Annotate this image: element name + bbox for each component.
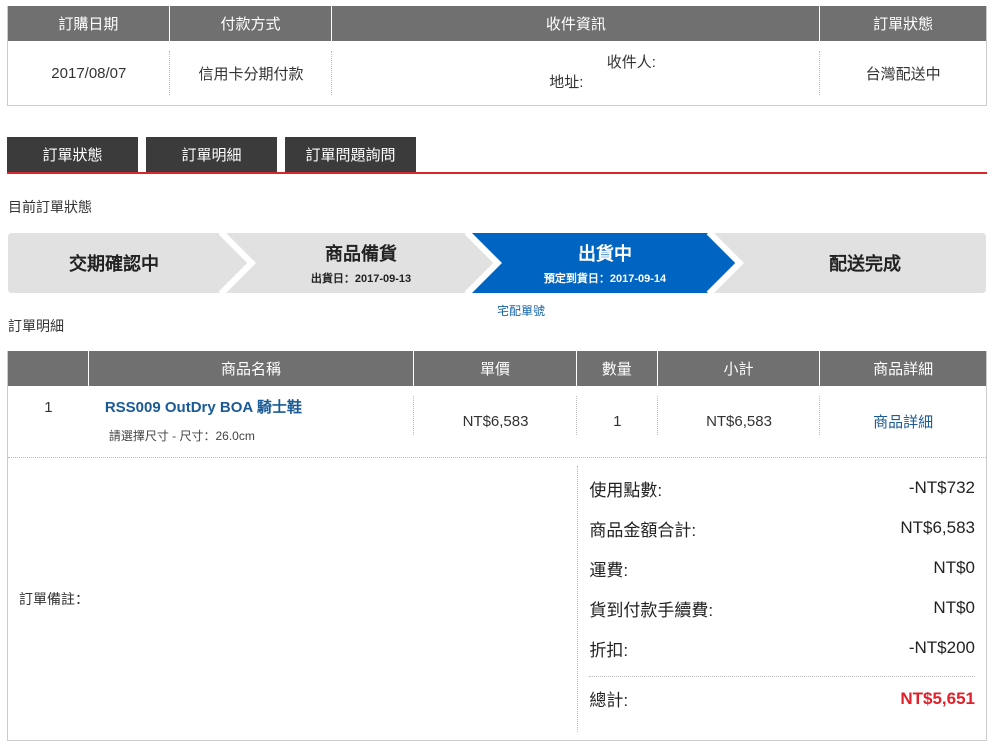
discount-row: 折扣: -NT$200: [577, 628, 986, 668]
tab-order-status[interactable]: 訂單狀態: [7, 137, 138, 172]
cod-fee-row: 貨到付款手續費: NT$0: [577, 588, 986, 628]
summary-header-row: 訂購日期 付款方式 收件資訊 訂單狀態: [8, 6, 986, 41]
points-label: 使用點數:: [589, 480, 663, 500]
goods-total-row: 商品金額合計: NT$6,583: [577, 508, 986, 548]
goods-total-label: 商品金額合計:: [589, 520, 697, 540]
ship-date: 出貨日：2017-09-13: [310, 273, 412, 285]
totals-area: 訂單備註： 使用點數: -NT$732 商品金額合計: NT$6,583 運費:…: [8, 458, 986, 740]
order-note-label: 訂單備註：: [19, 591, 89, 607]
order-detail-label: 訂單明細: [8, 318, 64, 334]
item-name-cell: RSS009 OutDry BOA 騎士鞋 請選擇尺寸 - 尺寸：26.0cm: [89, 386, 415, 457]
discount-label: 折扣:: [589, 640, 629, 660]
header-order-status: 訂單狀態: [873, 16, 934, 33]
header-index: [8, 351, 89, 386]
order-items-table: 商品名稱 單價 數量 小計 商品詳細 1 RSS009 OutDry BOA 騎…: [7, 351, 987, 741]
order-summary-table: 訂購日期 付款方式 收件資訊 訂單狀態 2017/08/07 信用卡分期付款 收…: [7, 6, 987, 106]
step-shipping: 出貨中 預定到貨日：2017-09-14: [543, 244, 667, 285]
product-name-link[interactable]: RSS009 OutDry BOA 騎士鞋: [105, 396, 302, 417]
grand-total-row: 總計: NT$5,651: [589, 676, 975, 720]
cod-fee-label: 貨到付款手續費:: [589, 600, 714, 620]
header-product-detail: 商品詳細: [873, 361, 934, 378]
recipient-label: 收件人:: [606, 54, 656, 71]
shipping-row: 運費: NT$0: [577, 548, 986, 588]
order-progress: 交期確認中 商品備貨 出貨日：2017-09-13 出貨中 預定到貨日：2017…: [8, 233, 986, 293]
order-date: 2017/08/07: [8, 41, 170, 105]
header-recipient-info: 收件資訊: [332, 6, 821, 41]
step-preparing: 商品備貨 出貨日：2017-09-13: [310, 244, 412, 285]
product-spec: 請選擇尺寸 - 尺寸：26.0cm: [108, 429, 255, 443]
item-quantity: 1: [577, 386, 658, 457]
cod-fee-value: NT$0: [933, 598, 975, 617]
points-value: -NT$732: [908, 478, 975, 497]
product-detail-link[interactable]: 商品詳細: [873, 411, 933, 432]
table-row: 1 RSS009 OutDry BOA 騎士鞋 請選擇尺寸 - 尺寸：26.0c…: [8, 386, 986, 458]
goods-total-value: NT$6,583: [900, 518, 975, 537]
recipient-info: 收件人: 地址:: [332, 41, 821, 105]
step-delivered: 配送完成: [829, 254, 901, 274]
header-subtotal: 小計: [658, 351, 821, 386]
item-index: 1: [44, 399, 53, 416]
address-label: 地址:: [549, 74, 584, 91]
header-order-date: 訂購日期: [8, 6, 170, 41]
current-status-label: 目前訂單狀態: [8, 199, 92, 215]
header-quantity: 數量: [577, 351, 658, 386]
items-header-row: 商品名稱 單價 數量 小計 商品詳細: [8, 351, 986, 386]
order-status: 台灣配送中: [865, 65, 941, 83]
tab-order-inquiry[interactable]: 訂單問題詢問: [285, 137, 416, 172]
grand-total-value: NT$5,651: [900, 688, 975, 708]
shipping-value: NT$0: [933, 558, 975, 577]
expected-arrival-date: 預定到貨日：2017-09-14: [543, 273, 667, 285]
header-product-name: 商品名稱: [89, 351, 415, 386]
item-detail-cell: 商品詳細: [820, 386, 986, 457]
tab-order-detail[interactable]: 訂單明細: [146, 137, 277, 172]
summary-body-row: 2017/08/07 信用卡分期付款 收件人: 地址: 台灣配送中: [8, 41, 986, 105]
tracking-number-link[interactable]: 宅配單號: [497, 302, 545, 319]
discount-value: -NT$200: [908, 638, 975, 657]
grand-total-label: 總計:: [589, 691, 629, 710]
header-unit-price: 單價: [414, 351, 577, 386]
step-delivery-confirm: 交期確認中: [69, 254, 159, 274]
header-payment-method: 付款方式: [170, 6, 333, 41]
item-subtotal: NT$6,583: [658, 386, 821, 457]
shipping-label: 運費:: [589, 560, 629, 580]
points-row: 使用點數: -NT$732: [577, 468, 986, 508]
order-tabs: 訂單狀態 訂單明細 訂單問題詢問: [7, 137, 987, 174]
order-totals: 使用點數: -NT$732 商品金額合計: NT$6,583 運費: NT$0 …: [577, 458, 986, 740]
payment-method: 信用卡分期付款: [170, 41, 333, 105]
item-unit-price: NT$6,583: [414, 386, 577, 457]
